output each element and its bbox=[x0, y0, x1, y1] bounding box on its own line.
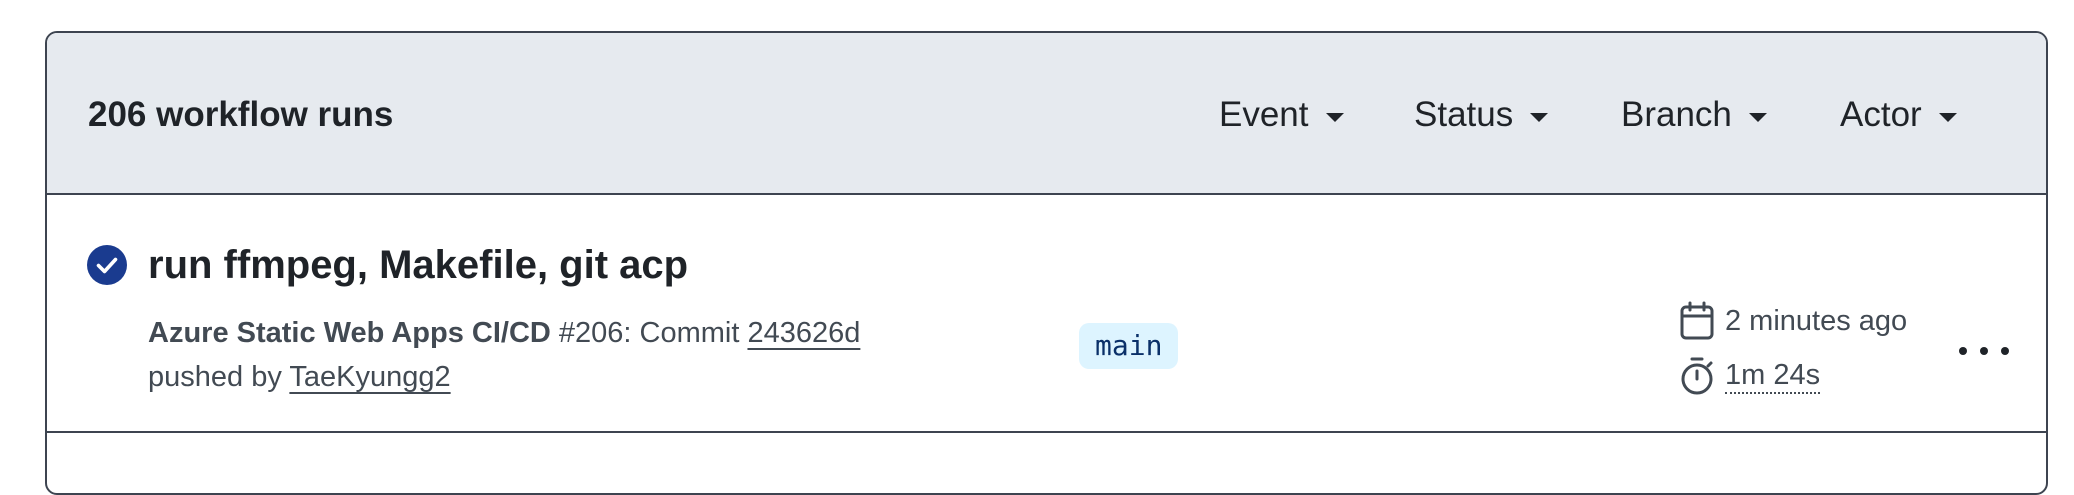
kebab-dot bbox=[1980, 347, 1988, 355]
branch-badge[interactable]: main bbox=[1079, 323, 1179, 369]
calendar-icon bbox=[1680, 301, 1714, 340]
run-actor-line: pushed by TaeKyungg2 bbox=[148, 357, 860, 397]
workflow-runs-box: 206 workflow runs Event Status Branch Ac… bbox=[45, 31, 2048, 495]
triangle-down-icon bbox=[1325, 112, 1344, 122]
run-meta: Azure Static Web Apps CI/CD #206: Commit… bbox=[148, 313, 860, 397]
run-created-time: 2 minutes ago bbox=[1679, 301, 1907, 341]
run-number: #206 bbox=[558, 317, 624, 349]
runs-count-heading: 206 workflow runs bbox=[88, 95, 394, 134]
duration-text: 1m 24s bbox=[1725, 358, 1821, 394]
triangle-down-icon bbox=[1748, 112, 1767, 122]
branch-filter-button[interactable]: Branch bbox=[1621, 93, 1767, 137]
run-duration: 1m 24s bbox=[1679, 356, 1821, 396]
run-title-link[interactable]: run ffmpeg, Makefile, git acp bbox=[148, 240, 688, 290]
status-filter-label: Status bbox=[1414, 95, 1514, 134]
runs-list-header: 206 workflow runs Event Status Branch Ac… bbox=[47, 33, 2046, 195]
actor-link[interactable]: TaeKyungg2 bbox=[289, 361, 450, 393]
commit-sha-link[interactable]: 243626d bbox=[747, 317, 860, 349]
stopwatch-icon bbox=[1681, 357, 1713, 395]
workflow-name: Azure Static Web Apps CI/CD bbox=[148, 317, 551, 349]
pushed-by-text: pushed by bbox=[148, 361, 290, 393]
event-filter-button[interactable]: Event bbox=[1219, 93, 1344, 137]
branch-filter-label: Branch bbox=[1621, 95, 1732, 134]
kebab-dot bbox=[1959, 347, 1967, 355]
run-actions-menu-button[interactable] bbox=[1959, 331, 2009, 371]
actor-filter-label: Actor bbox=[1840, 95, 1922, 134]
triangle-down-icon bbox=[1530, 112, 1549, 122]
triangle-down-icon bbox=[1938, 112, 1957, 122]
check-circle-icon bbox=[87, 245, 127, 285]
commit-prefix: : Commit bbox=[623, 317, 748, 349]
actor-filter-button[interactable]: Actor bbox=[1840, 93, 1957, 137]
event-filter-label: Event bbox=[1219, 95, 1309, 134]
status-filter-button[interactable]: Status bbox=[1414, 93, 1549, 137]
workflow-run-row[interactable]: run ffmpeg, Makefile, git acp Azure Stat… bbox=[47, 195, 2046, 433]
created-time-text: 2 minutes ago bbox=[1725, 304, 1908, 337]
kebab-dot bbox=[2001, 347, 2009, 355]
run-workflow-line: Azure Static Web Apps CI/CD #206: Commit… bbox=[148, 313, 860, 353]
